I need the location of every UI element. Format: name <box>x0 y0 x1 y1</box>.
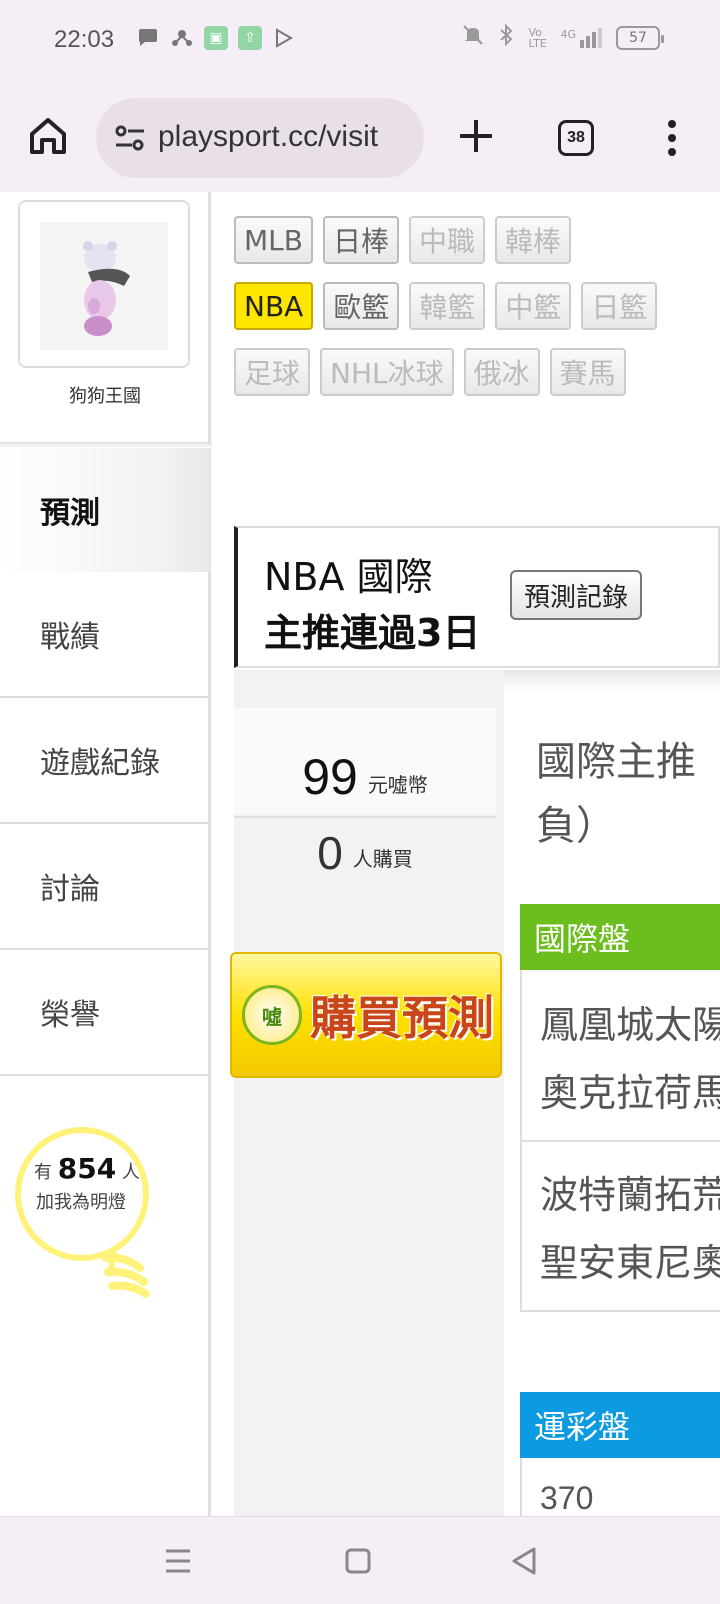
profile-name[interactable]: 狗狗王國 <box>0 382 210 408</box>
sports-lottery-line-header: 運彩盤 <box>520 1392 720 1458</box>
upload-notification-icon: ⇧ <box>238 26 262 50</box>
match-row[interactable]: 鳳凰城太陽 奧克拉荷馬 <box>520 970 720 1142</box>
international-line-header: 國際盤 <box>520 904 720 970</box>
buy-prediction-label: 購買預測 <box>310 991 494 1045</box>
recent-apps-icon[interactable] <box>158 1541 198 1581</box>
playsport-logo-icon: 噓 <box>242 985 302 1045</box>
buyer-unit: 人購買 <box>352 847 413 871</box>
sidebar-item-record[interactable]: 戰績 <box>0 572 210 698</box>
sport-tab-horse-racing: 賽馬 <box>549 348 626 396</box>
match-team-1: 鳳凰城太陽 <box>540 1003 720 1047</box>
match-team-1: 波特蘭拓荒 <box>540 1173 720 1217</box>
follower-prefix: 有 <box>34 1162 52 1183</box>
overflow-menu-icon[interactable] <box>664 120 680 156</box>
buyer-number: 0 <box>317 827 343 879</box>
back-icon[interactable] <box>504 1541 544 1581</box>
sport-tab-nhl: NHL冰球 <box>320 348 454 396</box>
buyer-count: 0 人購買 <box>234 830 496 876</box>
sport-row-1: MLB 日棒 中職 韓棒 <box>234 216 714 264</box>
lottery-value: 370 <box>540 1480 594 1516</box>
purchase-panel: 99 元噓幣 0 人購買 噓 購買預測 <box>230 670 504 1516</box>
bear-figure-icon <box>83 241 130 336</box>
sport-selector: MLB 日棒 中職 韓棒 NBA 歐籃 韓籃 中籃 日籃 足球 NHL冰球 俄冰… <box>234 216 714 414</box>
notification-icons: ▣ ⇧ <box>136 26 296 50</box>
status-time: 22:03 <box>54 26 115 53</box>
status-bar: 22:03 ▣ ⇧ Vo LTE 4G 57 <box>0 0 720 82</box>
home-button[interactable] <box>26 114 70 158</box>
play-store-icon <box>272 26 296 50</box>
match-row[interactable]: 波特蘭拓荒 聖安東尼奧 <box>520 1142 720 1312</box>
network-type: 4G <box>560 27 576 41</box>
avatar[interactable] <box>18 200 190 368</box>
sidebar-item-game-history[interactable]: 遊戲紀錄 <box>0 698 210 824</box>
battery-icon: 57 <box>616 25 664 50</box>
sport-row-2: NBA 歐籃 韓籃 中籃 日籃 <box>234 282 714 330</box>
buy-prediction-button[interactable]: 噓 購買預測 <box>230 952 502 1078</box>
match-team-2: 奧克拉荷馬 <box>540 1071 720 1115</box>
home-icon <box>30 118 66 154</box>
system-icons: Vo LTE 4G 57 <box>462 23 664 51</box>
home-nav-icon[interactable] <box>338 1541 378 1581</box>
new-tab-button[interactable] <box>456 112 496 164</box>
follower-count: 854 <box>57 1152 117 1185</box>
prediction-title-continued: 負） <box>536 803 616 849</box>
prediction-title: 國際主推 <box>536 739 696 785</box>
bluetooth-icon <box>498 23 514 51</box>
sport-tab-mlb[interactable]: MLB <box>234 216 313 264</box>
link-icon <box>170 26 194 50</box>
follower-caption: 加我為明燈 <box>36 1192 126 1213</box>
sport-tab-cpbl: 中職 <box>408 216 485 264</box>
sport-tab-korea-basketball: 韓籃 <box>409 282 486 330</box>
sport-tab-khl: 俄冰 <box>463 348 540 396</box>
browser-toolbar: playsport.cc/visit 38 <box>0 82 720 192</box>
sport-tab-euro-basketball[interactable]: 歐籃 <box>323 282 400 330</box>
sidebar-item-discussion[interactable]: 討論 <box>0 824 210 950</box>
price-amount: 99 <box>302 749 358 805</box>
lightbulb-icon <box>15 1127 150 1298</box>
page-content: 狗狗王國 預測 戰績 遊戲紀錄 討論 榮譽 有 854 人 加我為明燈 MLB … <box>0 192 720 1516</box>
price-box: 99 元噓幣 <box>234 708 496 814</box>
sidebar-item-predictions[interactable]: 預測 <box>0 448 210 572</box>
sport-tab-npb[interactable]: 日棒 <box>322 216 399 264</box>
follower-suffix: 人 <box>121 1162 140 1183</box>
prediction-headline: NBA 國際 主推連過3日 預測記錄 <box>234 526 720 668</box>
avatar-image <box>40 222 168 350</box>
app-notification-icon: ▣ <box>204 26 228 50</box>
plus-icon <box>460 120 492 152</box>
sport-tab-nba[interactable]: NBA <box>234 282 314 330</box>
sport-row-3: 足球 NHL冰球 俄冰 賽馬 <box>234 348 714 396</box>
headline-league: NBA 國際 <box>264 555 433 599</box>
sport-tab-china-basketball: 中籃 <box>495 282 572 330</box>
headline-streak: 主推連過3日 <box>264 611 481 655</box>
lottery-row: 370 <box>520 1458 720 1516</box>
site-settings-icon[interactable] <box>114 124 146 152</box>
sidebar-nav: 預測 戰績 遊戲紀錄 討論 榮譽 <box>0 448 210 1076</box>
chat-bubble-icon <box>136 26 160 50</box>
tab-switcher-button[interactable]: 38 <box>558 120 594 156</box>
match-team-2: 聖安東尼奧 <box>540 1241 720 1285</box>
sport-tab-soccer: 足球 <box>234 348 311 396</box>
follower-count-line: 有 854 人 <box>34 1152 140 1185</box>
follower-badge[interactable]: 有 854 人 加我為明燈 <box>14 1116 174 1316</box>
url-text[interactable]: playsport.cc/visit <box>158 120 402 154</box>
sport-tab-kbo: 韓棒 <box>495 216 572 264</box>
mute-icon <box>462 24 484 51</box>
system-nav-bar <box>0 1516 720 1604</box>
price-divider <box>234 816 496 818</box>
url-bar[interactable]: playsport.cc/visit <box>96 98 424 178</box>
sidebar-item-honors[interactable]: 榮譽 <box>0 950 210 1076</box>
prediction-record-button[interactable]: 預測記錄 <box>510 570 642 620</box>
screen: 22:03 ▣ ⇧ Vo LTE 4G 57 playsport.cc/visi… <box>0 0 720 1604</box>
volte-icon: Vo LTE <box>528 25 547 50</box>
price-unit: 元噓幣 <box>367 773 428 797</box>
signal-icon: 4G <box>560 27 602 48</box>
sport-tab-japan-basketball: 日籃 <box>581 282 658 330</box>
